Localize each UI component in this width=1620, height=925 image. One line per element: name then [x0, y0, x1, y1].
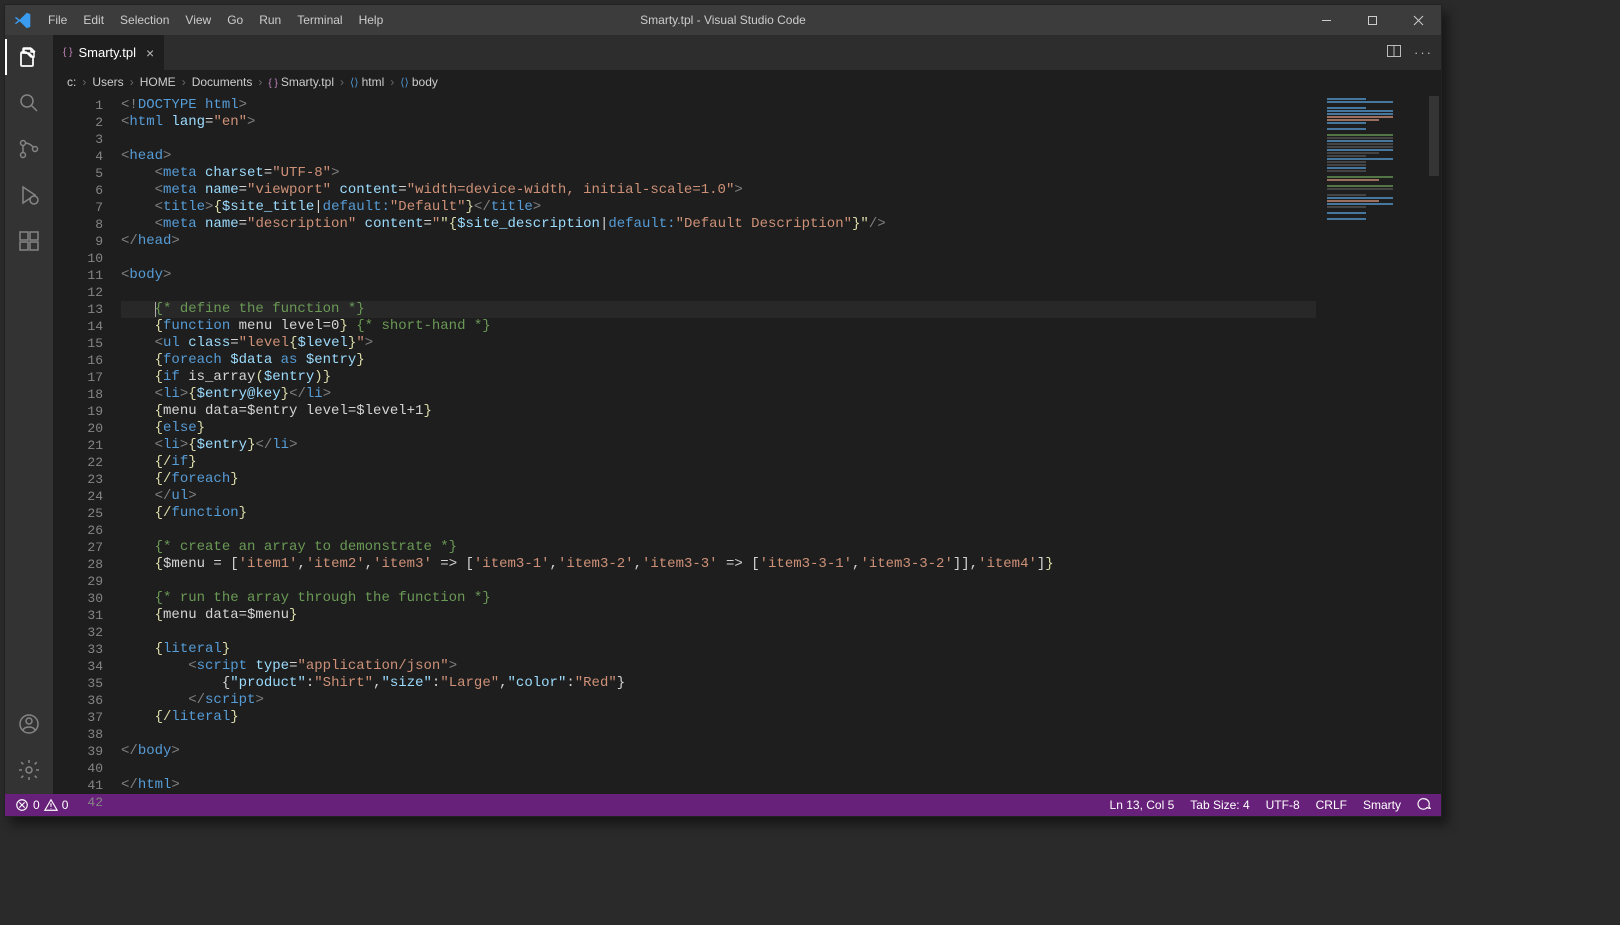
menu-go[interactable]: Go	[219, 5, 251, 35]
menu-help[interactable]: Help	[351, 5, 392, 35]
smarty-file-icon: { }	[63, 47, 72, 58]
menu-bar: File Edit Selection View Go Run Terminal…	[40, 5, 391, 35]
line-number-gutter: 1234567891011121314151617181920212223242…	[53, 94, 121, 794]
breadcrumb[interactable]: c:› Users› HOME› Documents› { }Smarty.tp…	[53, 70, 1441, 94]
status-tab-size[interactable]: Tab Size: 4	[1190, 798, 1249, 812]
crumb-html[interactable]: ⟨⟩html	[350, 75, 384, 89]
close-button[interactable]	[1395, 5, 1441, 35]
menu-edit[interactable]: Edit	[75, 5, 112, 35]
maximize-button[interactable]	[1349, 5, 1395, 35]
code-content[interactable]: <!DOCTYPE html><html lang="en"><head> <m…	[121, 94, 1316, 794]
activity-bar	[5, 35, 53, 794]
settings-gear-icon[interactable]	[15, 756, 43, 784]
crumb-home[interactable]: HOME	[140, 75, 176, 89]
more-actions-icon[interactable]: ···	[1414, 45, 1433, 60]
tab-bar: { } Smarty.tpl × ···	[53, 35, 1441, 70]
editor-group: { } Smarty.tpl × ··· c:› Users› HOME› Do…	[53, 35, 1441, 794]
minimap[interactable]	[1316, 94, 1427, 794]
title-bar: File Edit Selection View Go Run Terminal…	[5, 5, 1441, 35]
minimize-button[interactable]	[1303, 5, 1349, 35]
menu-file[interactable]: File	[40, 5, 75, 35]
menu-terminal[interactable]: Terminal	[289, 5, 350, 35]
crumb-file[interactable]: { }Smarty.tpl	[268, 75, 334, 89]
vscode-logo-icon	[5, 12, 40, 29]
status-feedback-icon[interactable]	[1417, 797, 1431, 814]
split-editor-icon[interactable]	[1386, 43, 1402, 62]
brackets-icon: ⟨⟩	[350, 77, 359, 89]
smarty-symbol-icon: { }	[268, 78, 277, 89]
extensions-icon[interactable]	[15, 227, 43, 255]
brackets-icon: ⟨⟩	[400, 77, 409, 89]
main-row: { } Smarty.tpl × ··· c:› Users› HOME› Do…	[5, 35, 1441, 794]
status-cursor-position[interactable]: Ln 13, Col 5	[1110, 798, 1175, 812]
crumb-users[interactable]: Users	[92, 75, 123, 89]
scrollbar-thumb[interactable]	[1429, 96, 1439, 176]
vscode-window: File Edit Selection View Go Run Terminal…	[4, 4, 1442, 817]
tab-close-icon[interactable]: ×	[146, 45, 154, 61]
status-encoding[interactable]: UTF-8	[1266, 798, 1300, 812]
source-control-icon[interactable]	[15, 135, 43, 163]
editor[interactable]: 1234567891011121314151617181920212223242…	[53, 94, 1441, 794]
crumb-documents[interactable]: Documents	[192, 75, 253, 89]
menu-view[interactable]: View	[177, 5, 219, 35]
menu-selection[interactable]: Selection	[112, 5, 177, 35]
crumb-body[interactable]: ⟨⟩body	[400, 75, 438, 89]
run-debug-icon[interactable]	[15, 181, 43, 209]
search-icon[interactable]	[15, 89, 43, 117]
accounts-icon[interactable]	[15, 710, 43, 738]
status-language[interactable]: Smarty	[1363, 798, 1401, 812]
tab-smarty[interactable]: { } Smarty.tpl ×	[53, 35, 164, 70]
menu-run[interactable]: Run	[251, 5, 289, 35]
vertical-scrollbar[interactable]	[1427, 94, 1441, 794]
status-eol[interactable]: CRLF	[1316, 798, 1347, 812]
tab-label: Smarty.tpl	[78, 45, 136, 60]
status-bar: 0 0 Ln 13, Col 5 Tab Size: 4 UTF-8 CRLF …	[5, 794, 1441, 816]
crumb-drive[interactable]: c:	[67, 75, 76, 89]
window-controls	[1303, 5, 1441, 35]
explorer-icon[interactable]	[15, 43, 43, 71]
